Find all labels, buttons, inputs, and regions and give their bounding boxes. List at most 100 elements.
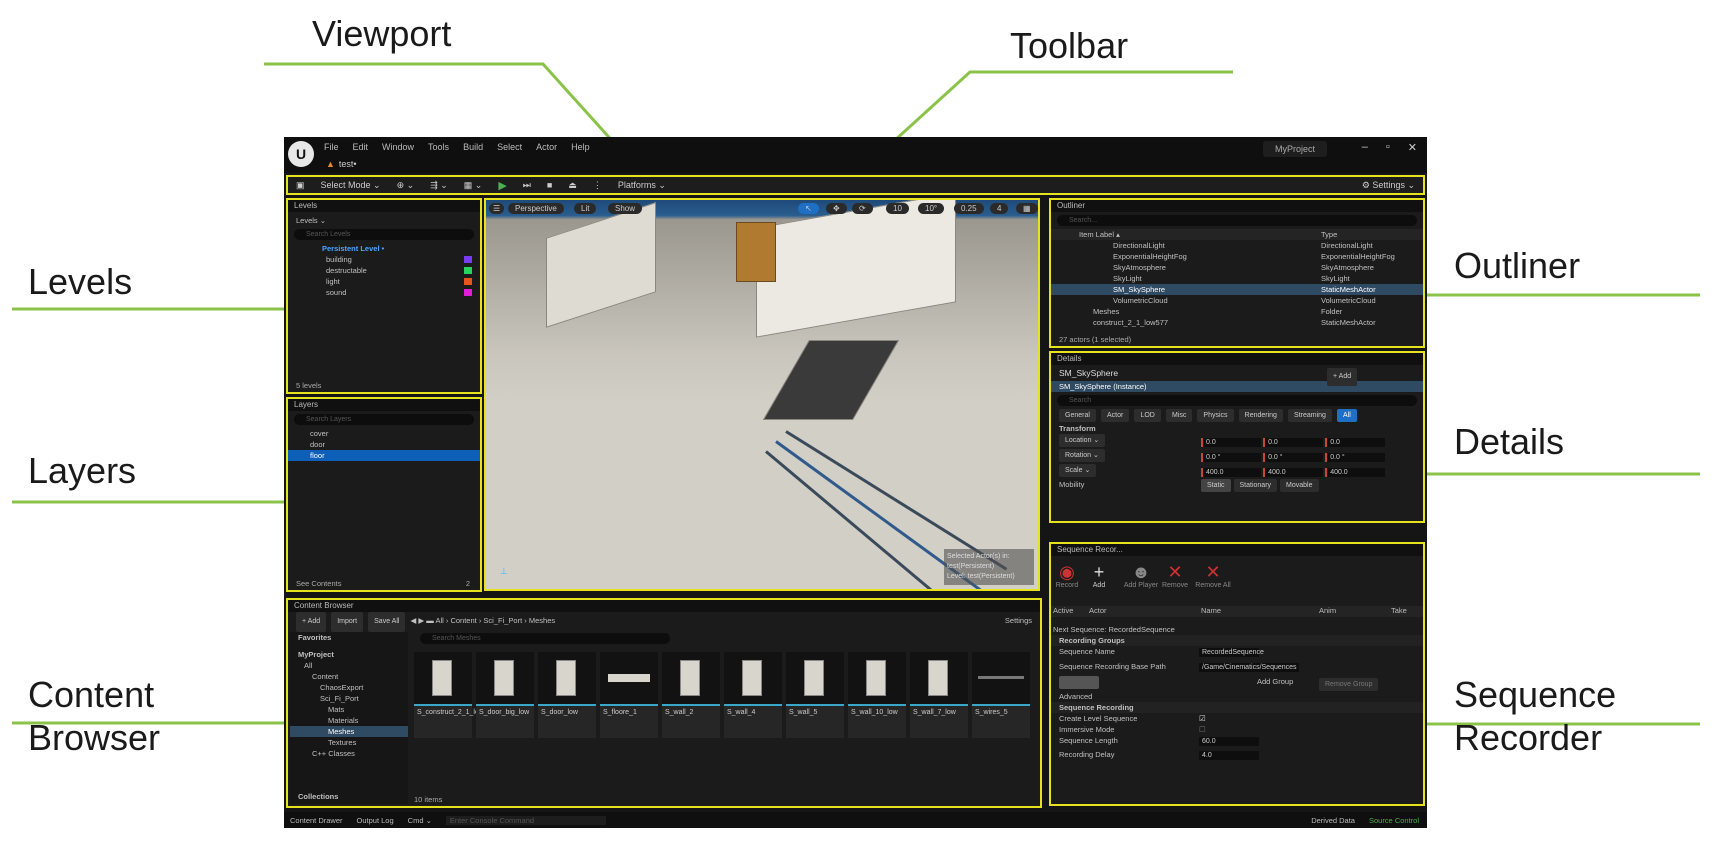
- rotation-dropdown[interactable]: Rotation ⌄: [1059, 449, 1105, 462]
- location-y[interactable]: 0.0: [1263, 438, 1324, 447]
- perspective-button[interactable]: Perspective: [508, 203, 564, 214]
- unreal-logo-icon[interactable]: U: [288, 141, 314, 167]
- menu-file[interactable]: File: [324, 142, 339, 152]
- layer-row-selected[interactable]: floor: [288, 450, 480, 461]
- asset-tile[interactable]: S_wall_5: [786, 652, 844, 738]
- outliner-row[interactable]: Meshes Folder: [1051, 306, 1423, 317]
- filter-general[interactable]: General: [1059, 409, 1096, 422]
- filter-rendering[interactable]: Rendering: [1238, 409, 1283, 422]
- angle-snap-value[interactable]: 10°: [918, 203, 945, 214]
- add-button[interactable]: + Add: [1083, 562, 1115, 589]
- group-dropdown[interactable]: [1059, 676, 1099, 689]
- platforms-dropdown[interactable]: Platforms ⌄: [618, 180, 666, 191]
- immersive-checkbox[interactable]: ☐: [1199, 724, 1206, 735]
- outliner-row[interactable]: VolumetricCloud VolumetricCloud: [1051, 295, 1423, 306]
- breadcrumb-meshes[interactable]: Meshes: [529, 616, 555, 625]
- add-content-icon[interactable]: ⊕ ⌄: [397, 180, 415, 191]
- content-search-input[interactable]: Search Meshes: [420, 633, 670, 644]
- length-field[interactable]: 60.0: [1199, 737, 1259, 746]
- filter-lod[interactable]: LOD: [1134, 409, 1161, 422]
- output-log-button[interactable]: Output Log: [357, 816, 394, 825]
- name-column[interactable]: Name: [1201, 606, 1221, 615]
- advanced-section[interactable]: Advanced: [1051, 691, 1423, 702]
- outliner-row[interactable]: construct_2_1_low577 StaticMeshActor: [1051, 317, 1423, 328]
- maximize-icon[interactable]: ▫: [1386, 141, 1390, 154]
- save-icon[interactable]: ▣: [296, 180, 305, 191]
- sequence-recording-section[interactable]: Sequence Recording: [1051, 702, 1423, 713]
- scale-dropdown[interactable]: Scale ⌄: [1059, 464, 1097, 477]
- record-button[interactable]: ◉ Record: [1051, 562, 1083, 589]
- recording-groups-section[interactable]: Recording Groups: [1051, 635, 1423, 646]
- stop-icon[interactable]: ■: [547, 180, 552, 190]
- derived-data-button[interactable]: Derived Data: [1311, 816, 1355, 825]
- asset-tile[interactable]: S_wires_5: [972, 652, 1030, 738]
- close-icon[interactable]: ✕: [1408, 141, 1417, 154]
- breadcrumb-content[interactable]: Content: [450, 616, 476, 625]
- asset-tile[interactable]: S_wall_4: [724, 652, 782, 738]
- instance-row[interactable]: SM_SkySphere (Instance): [1051, 381, 1423, 392]
- outliner-row[interactable]: ExponentialHeightFog ExponentialHeightFog: [1051, 251, 1423, 262]
- cinematics-icon[interactable]: ▦ ⌄: [464, 180, 483, 191]
- viewport[interactable]: ☰ Perspective Lit Show ↖ ✥ ⟳ 10 10° 0.25…: [484, 198, 1040, 591]
- remove-button[interactable]: ✕ Remove: [1159, 562, 1191, 589]
- filter-actor[interactable]: Actor: [1101, 409, 1130, 422]
- remove-all-button[interactable]: ✕ Remove All: [1191, 562, 1235, 589]
- back-icon[interactable]: ◀: [411, 616, 417, 625]
- actor-column[interactable]: Actor: [1089, 606, 1107, 615]
- project-section[interactable]: MyProject: [290, 649, 408, 660]
- menu-edit[interactable]: Edit: [353, 142, 369, 152]
- rotate-tool-icon[interactable]: ⟳: [852, 203, 873, 214]
- eject-icon[interactable]: ⏏: [568, 180, 577, 191]
- level-color-swatch[interactable]: [464, 256, 472, 263]
- asset-tile[interactable]: S_door_low: [538, 652, 596, 738]
- menu-window[interactable]: Window: [382, 142, 414, 152]
- viewport-menu-icon[interactable]: ☰: [489, 203, 505, 214]
- content-drawer-button[interactable]: Content Drawer: [290, 816, 343, 825]
- outliner-row[interactable]: DirectionalLight DirectionalLight: [1051, 240, 1423, 251]
- outliner-row[interactable]: SkyLight SkyLight: [1051, 273, 1423, 284]
- menu-tools[interactable]: Tools: [428, 142, 449, 152]
- level-row[interactable]: destructable: [288, 265, 480, 276]
- content-settings-button[interactable]: Settings: [1005, 612, 1032, 630]
- take-column[interactable]: Take: [1391, 606, 1407, 615]
- location-dropdown[interactable]: Location ⌄: [1059, 434, 1106, 447]
- content-browser-tab[interactable]: Content Browser: [288, 600, 1040, 612]
- asset-tile[interactable]: S_door_big_low: [476, 652, 534, 738]
- camera-speed-value[interactable]: 4: [990, 203, 1009, 214]
- more-icon[interactable]: ⋮: [593, 180, 602, 191]
- add-player-button[interactable]: ☻ Add Player: [1121, 562, 1161, 589]
- level-color-swatch[interactable]: [464, 267, 472, 274]
- asset-tile[interactable]: S_construct_2_1_low: [414, 652, 484, 738]
- levels-tab[interactable]: Levels: [288, 200, 480, 212]
- settings-dropdown[interactable]: ⚙ Settings ⌄: [1362, 180, 1415, 191]
- level-row[interactable]: light: [288, 276, 480, 287]
- layer-row[interactable]: cover: [288, 428, 480, 439]
- tree-scifiport[interactable]: Sci_Fi_Port: [290, 693, 408, 704]
- asset-tile[interactable]: S_floore_1: [600, 652, 658, 738]
- save-all-button[interactable]: Save All: [368, 612, 406, 632]
- layers-search-input[interactable]: Search Layers: [294, 414, 474, 425]
- tree-materials[interactable]: Materials: [290, 715, 408, 726]
- step-icon[interactable]: ⏭: [523, 180, 531, 191]
- outliner-row[interactable]: SkyAtmosphere SkyAtmosphere: [1051, 262, 1423, 273]
- translate-tool-icon[interactable]: ✥: [826, 203, 847, 214]
- tree-textures[interactable]: Textures: [290, 737, 408, 748]
- level-tab[interactable]: ▲ test•: [326, 159, 357, 169]
- layer-row[interactable]: door: [288, 439, 480, 450]
- mobility-stationary[interactable]: Stationary: [1233, 479, 1278, 492]
- outliner-row[interactable]: SM_SkySphere StaticMeshActor: [1051, 284, 1423, 295]
- create-level-checkbox[interactable]: ☑: [1199, 713, 1206, 724]
- asset-tile[interactable]: S_wall_7_low: [910, 652, 968, 738]
- rotation-x[interactable]: 0.0 °: [1201, 453, 1261, 462]
- anim-column[interactable]: Anim: [1319, 606, 1336, 615]
- sequence-recorder-tab[interactable]: Sequence Recor...: [1051, 544, 1423, 556]
- select-mode-dropdown[interactable]: Select Mode ⌄: [321, 180, 381, 191]
- tree-mats[interactable]: Mats: [290, 704, 408, 715]
- details-search-input[interactable]: Search: [1057, 395, 1417, 406]
- breadcrumb-scifiport[interactable]: Sci_Fi_Port: [483, 616, 522, 625]
- menu-build[interactable]: Build: [463, 142, 483, 152]
- show-button[interactable]: Show: [608, 203, 643, 214]
- location-x[interactable]: 0.0: [1201, 438, 1261, 447]
- menu-select[interactable]: Select: [497, 142, 522, 152]
- level-row[interactable]: building: [288, 254, 480, 265]
